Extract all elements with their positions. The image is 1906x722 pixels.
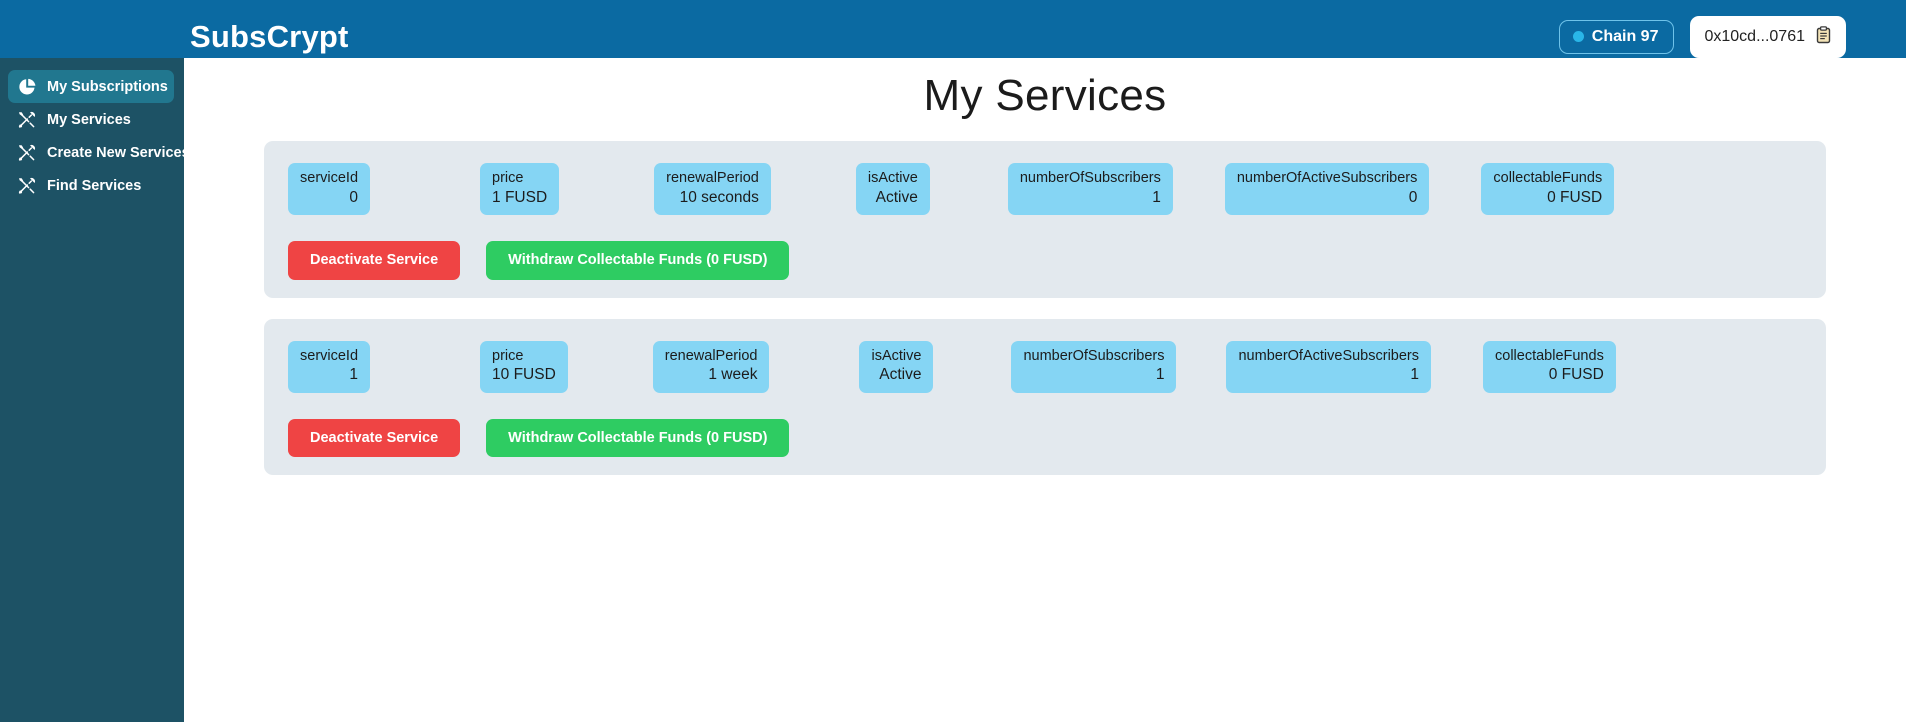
field-chip-price: price 1 FUSD [480, 163, 560, 216]
field-chip-renewalperiod: renewalPeriod 10 seconds [654, 163, 771, 216]
field-chip-numberofsubscribers: numberOfSubscribers 1 [1007, 163, 1173, 216]
field-chip-serviceid: serviceId 0 [288, 163, 371, 216]
deactivate-service-button[interactable]: Deactivate Service [288, 418, 461, 457]
field-label: numberOfActiveSubscribers [1238, 347, 1419, 364]
field-value: 0 FUSD [1548, 366, 1604, 384]
tools-icon [18, 144, 36, 162]
field-value: 1 [1410, 366, 1419, 384]
header-right-cluster: Chain 97 0x10cd...0761 [1558, 15, 1846, 58]
field-chip-collectablefunds: collectableFunds 0 FUSD [1481, 163, 1615, 216]
sidebar-item-find-services[interactable]: Find Services [8, 169, 174, 202]
chain-badge[interactable]: Chain 97 [1558, 19, 1675, 54]
sidebar-item-label: My Subscriptions [47, 78, 168, 95]
field-label: numberOfSubscribers [1023, 347, 1165, 364]
service-card: serviceId 0 price 1 FUSD renewalPeriod 1… [264, 141, 1826, 298]
sidebar-item-label: My Services [47, 111, 131, 128]
field-chip-isactive: isActive Active [859, 340, 934, 393]
main-content: My Services serviceId 0 price 1 FUSD ren… [184, 58, 1906, 722]
service-actions-row: Deactivate Service Withdraw Collectable … [276, 418, 1814, 457]
field-value: 0 [1408, 188, 1418, 206]
wallet-address-text: 0x10cd...0761 [1704, 27, 1805, 45]
field-label: numberOfSubscribers [1019, 170, 1161, 186]
field-value: 1 [1152, 188, 1161, 206]
field-chip-isactive: isActive Active [855, 163, 930, 216]
services-list: serviceId 0 price 1 FUSD renewalPeriod 1… [184, 141, 1906, 475]
field-chip-numberofactivesubscribers: numberOfActiveSubscribers 0 [1224, 163, 1430, 216]
deactivate-service-button[interactable]: Deactivate Service [288, 241, 461, 280]
service-card: serviceId 1 price 10 FUSD renewalPeriod … [264, 318, 1826, 475]
pie-chart-icon [18, 78, 36, 96]
sidebar-item-my-subscriptions[interactable]: My Subscriptions [8, 70, 174, 103]
field-value: 0 [349, 188, 359, 206]
field-value: 10 FUSD [492, 366, 556, 384]
field-label: serviceId [300, 347, 359, 364]
field-label: isActive [867, 170, 918, 186]
field-chip-price: price 10 FUSD [480, 340, 568, 393]
field-chip-numberofsubscribers: numberOfSubscribers 1 [1011, 340, 1177, 393]
field-label: collectableFunds [1493, 170, 1603, 186]
sidebar-item-create-new-services[interactable]: Create New Services [8, 136, 190, 169]
service-fields-row: serviceId 0 price 1 FUSD renewalPeriod 1… [276, 163, 1814, 216]
chain-badge-label: Chain 97 [1591, 27, 1659, 45]
field-label: isActive [871, 347, 922, 364]
sidebar-item-my-services[interactable]: My Services [8, 103, 174, 136]
field-label: renewalPeriod [666, 170, 759, 186]
wallet-address-button[interactable]: 0x10cd...0761 [1690, 15, 1846, 58]
sidebar-item-label: Create New Services [47, 144, 190, 161]
app-root: SubsCrypt Chain 97 0x10cd...0761 My Subs… [0, 0, 1906, 722]
service-fields-row: serviceId 1 price 10 FUSD renewalPeriod … [276, 340, 1814, 393]
field-label: numberOfActiveSubscribers [1236, 170, 1418, 186]
chain-status-dot-icon [1572, 31, 1584, 42]
field-chip-renewalperiod: renewalPeriod 1 week [652, 340, 770, 393]
field-label: price [492, 170, 524, 186]
field-chip-serviceid: serviceId 1 [288, 340, 371, 393]
field-chip-numberofactivesubscribers: numberOfActiveSubscribers 1 [1226, 340, 1431, 393]
field-value: 0 FUSD [1547, 188, 1603, 206]
field-value: 1 [1155, 366, 1165, 384]
field-label: collectableFunds [1495, 347, 1604, 364]
field-value: 1 [349, 366, 359, 384]
field-value: 1 FUSD [492, 188, 548, 206]
withdraw-collectable-funds-button[interactable]: Withdraw Collectable Funds (0 FUSD) [486, 241, 790, 280]
sidebar-item-label: Find Services [47, 177, 142, 194]
service-actions-row: Deactivate Service Withdraw Collectable … [276, 241, 1814, 280]
field-label: serviceId [300, 170, 359, 186]
field-value: Active [879, 366, 922, 384]
field-chip-collectablefunds: collectableFunds 0 FUSD [1483, 340, 1616, 393]
field-label: renewalPeriod [664, 347, 758, 364]
withdraw-collectable-funds-button[interactable]: Withdraw Collectable Funds (0 FUSD) [486, 418, 790, 457]
page-title: My Services [923, 71, 1167, 120]
field-value: 1 week [708, 366, 758, 384]
clipboard-icon[interactable] [1815, 25, 1832, 48]
tools-icon [18, 177, 36, 195]
tools-icon [18, 111, 36, 129]
field-value: Active [875, 188, 918, 206]
app-brand-title: SubsCrypt [190, 19, 349, 54]
field-value: 10 seconds [679, 188, 759, 206]
sidebar-nav: My Subscriptions My Services Create New … [0, 58, 190, 722]
field-label: price [492, 347, 524, 364]
